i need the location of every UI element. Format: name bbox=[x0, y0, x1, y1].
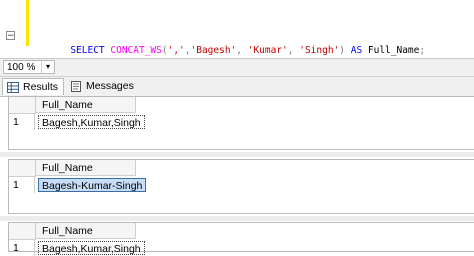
query-editor[interactable]: − SELECT CONCAT_WS(',','Bagesh', 'Kumar',… bbox=[0, 0, 474, 126]
result-cell[interactable]: Bagesh,Kumar,Singh bbox=[38, 115, 145, 129]
column-header[interactable]: Full_Name bbox=[36, 160, 136, 176]
code-token: ; bbox=[419, 45, 426, 56]
column-header[interactable]: Full_Name bbox=[36, 97, 136, 113]
code-token: , bbox=[287, 45, 300, 56]
result-grid-1[interactable]: Full_Name 1 Bagesh,Kumar,Singh bbox=[8, 96, 474, 150]
code-token: CONCAT_WS bbox=[110, 45, 162, 56]
row-number[interactable]: 1 bbox=[9, 240, 35, 256]
results-tabs: Results Messages bbox=[0, 77, 474, 97]
zoom-level-dropdown[interactable]: 100 % ▾ bbox=[3, 60, 55, 74]
tab-messages[interactable]: Messages bbox=[66, 78, 134, 95]
code-token: , bbox=[236, 45, 248, 56]
messages-icon bbox=[71, 81, 81, 92]
grid-corner[interactable] bbox=[9, 97, 36, 114]
result-grid-2[interactable]: Full_Name 1 Bagesh-Kumar-Singh bbox=[8, 159, 474, 214]
row-number[interactable]: 1 bbox=[9, 177, 35, 193]
code-token: ) bbox=[339, 45, 351, 56]
column-header[interactable]: Full_Name bbox=[36, 223, 136, 239]
editor-gutter bbox=[0, 0, 26, 58]
pane-splitter[interactable] bbox=[0, 216, 474, 221]
tab-results-label: Results bbox=[23, 81, 59, 93]
row-number[interactable]: 1 bbox=[9, 114, 35, 130]
grid-corner[interactable] bbox=[9, 223, 36, 240]
result-cell-selected[interactable]: Bagesh-Kumar-Singh bbox=[38, 178, 147, 192]
result-cell[interactable]: Bagesh,Kumar,Singh bbox=[38, 241, 145, 255]
code-token: AS bbox=[350, 45, 368, 56]
chevron-down-icon[interactable]: ▾ bbox=[41, 61, 54, 73]
code-token: 'Kumar' bbox=[247, 45, 288, 56]
code-token: ',' bbox=[167, 45, 185, 56]
tab-messages-label: Messages bbox=[86, 80, 134, 92]
results-grid-icon bbox=[7, 82, 19, 93]
zoom-bar: 100 % ▾ bbox=[0, 59, 474, 77]
grid-corner[interactable] bbox=[9, 160, 36, 177]
code-line-1[interactable]: − SELECT CONCAT_WS(',','Bagesh', 'Kumar',… bbox=[6, 30, 448, 56]
code-token: Full_Name bbox=[367, 45, 420, 56]
code-token: 'Singh' bbox=[299, 45, 340, 56]
code-token: SELECT bbox=[70, 45, 111, 56]
tab-results[interactable]: Results bbox=[2, 78, 64, 95]
collapse-icon[interactable]: − bbox=[6, 31, 15, 41]
zoom-level-value: 100 % bbox=[7, 62, 36, 73]
code-token: 'Bagesh' bbox=[190, 45, 237, 56]
change-tracking-bar bbox=[26, 0, 29, 46]
pane-splitter[interactable] bbox=[0, 152, 474, 157]
